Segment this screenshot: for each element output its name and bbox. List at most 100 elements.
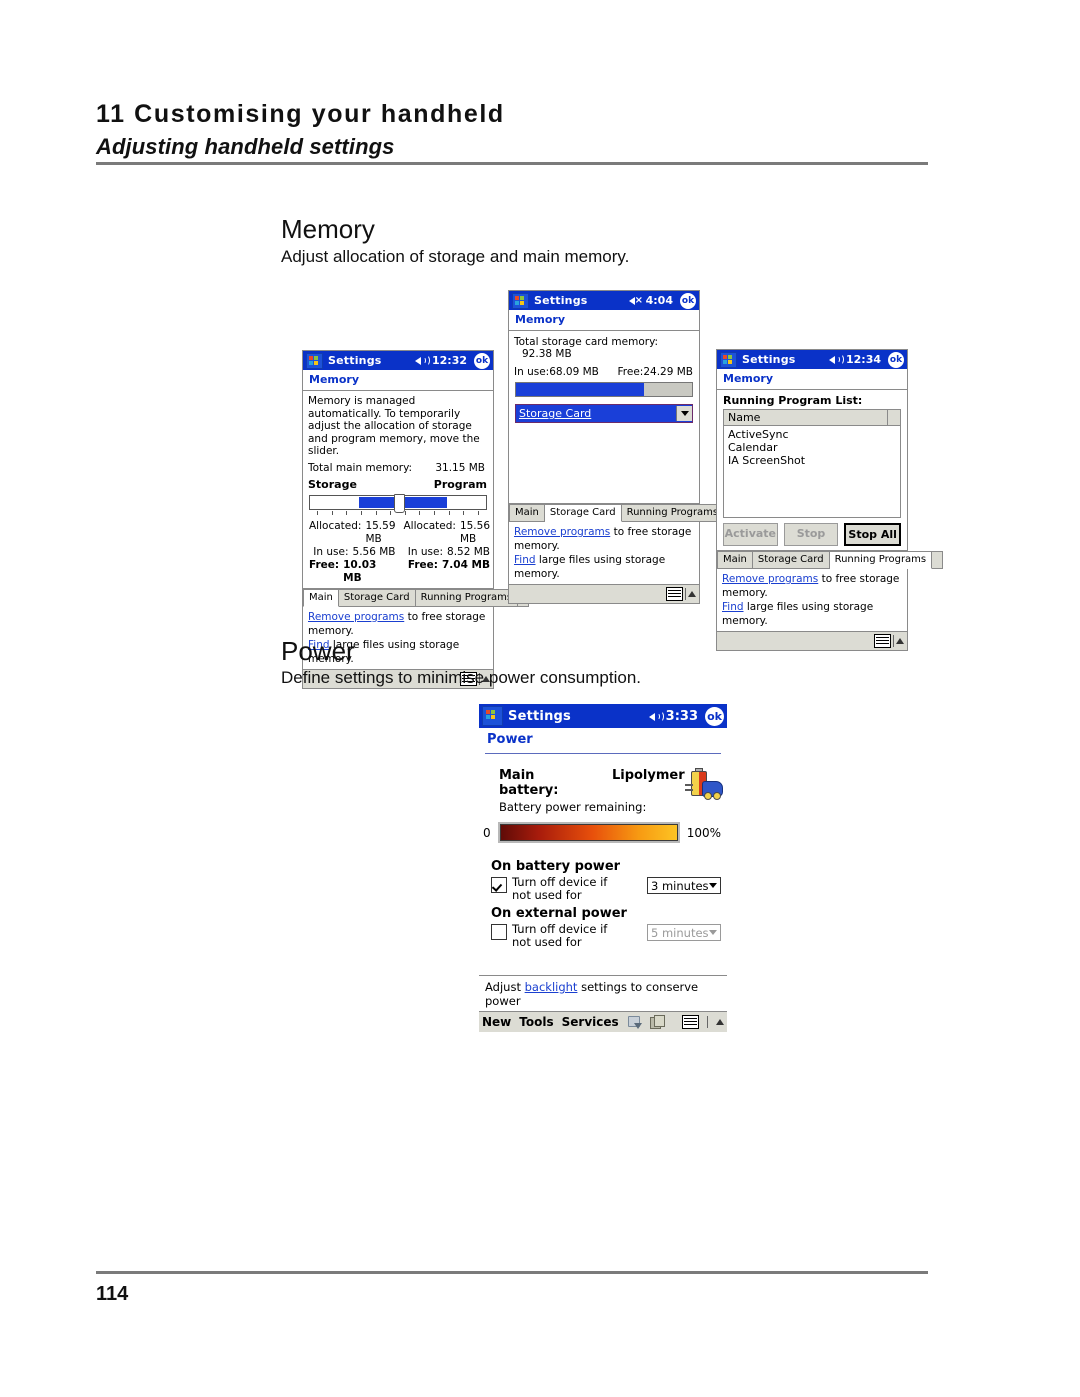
battery-gauge-row: 0 100%: [479, 814, 727, 843]
menu-tools[interactable]: Tools: [519, 1015, 553, 1029]
tab-main[interactable]: Main: [717, 551, 753, 569]
memory-description: Adjust allocation of storage and main me…: [281, 247, 630, 266]
title-bar: Settings × 4:04 ok: [509, 291, 699, 310]
list-header: Name: [724, 410, 900, 426]
remove-programs-link[interactable]: Remove programs: [514, 526, 610, 538]
tab-running-programs[interactable]: Running Programs: [415, 588, 519, 607]
app-title: Settings: [328, 354, 382, 367]
footer-rule: [96, 1271, 928, 1274]
ok-button[interactable]: ok: [705, 706, 724, 726]
remove-programs-link[interactable]: Remove programs: [722, 573, 818, 585]
column-header-name: Name: [724, 410, 888, 425]
tab-storage-card[interactable]: Storage Card: [338, 588, 416, 607]
windows-start-icon[interactable]: [306, 352, 323, 369]
stop-all-button[interactable]: Stop All: [844, 523, 902, 546]
external-timeout-dropdown[interactable]: 5 minutes: [647, 924, 721, 941]
screenshot-memory-running-programs: Settings 12:34 ok Memory Running Program…: [716, 349, 944, 651]
on-external-power-group-label: On external power: [491, 906, 627, 921]
storage-inuse-value: 5.56 MB: [352, 545, 396, 558]
ok-button[interactable]: ok: [474, 352, 490, 369]
find-link[interactable]: Find: [722, 601, 744, 613]
total-main-memory-value: 31.15 MB: [435, 461, 485, 474]
find-link[interactable]: Find: [514, 554, 536, 566]
tab-storage-card[interactable]: Storage Card: [752, 551, 830, 569]
battery-timeout-dropdown[interactable]: 3 minutes: [647, 877, 721, 894]
power-menu-bar: New Tools Services: [479, 1011, 727, 1032]
storage-free-label: Free:: [617, 366, 644, 378]
clock[interactable]: 4:04: [646, 294, 673, 307]
title-bar: Settings 12:34 ok: [717, 350, 907, 369]
memory-allocation-slider[interactable]: [303, 493, 493, 515]
copy-icon[interactable]: [649, 1015, 665, 1029]
main-battery-row: Main battery: Lipolymer Battery power re…: [479, 754, 727, 814]
tab-bar: Main Storage Card Running Programs: [303, 588, 530, 607]
ok-button[interactable]: ok: [888, 351, 904, 368]
menu-new[interactable]: New: [482, 1015, 511, 1029]
power-heading: Power: [281, 636, 355, 666]
tab-running-programs[interactable]: Running Programs: [621, 504, 725, 522]
activate-button[interactable]: Activate: [723, 523, 778, 546]
speaker-muted-icon[interactable]: ×: [628, 295, 643, 306]
windows-start-icon[interactable]: [482, 706, 503, 726]
menu-services[interactable]: Services: [562, 1015, 619, 1029]
task-bar: [717, 631, 907, 650]
clock[interactable]: 12:34: [846, 353, 881, 366]
program-free-label: Free:: [407, 558, 438, 571]
running-program-list[interactable]: Name ActiveSync Calendar IA ScreenShot: [723, 409, 901, 518]
list-item[interactable]: ActiveSync: [724, 428, 900, 441]
screen-body: Running Program List: Name ActiveSync Ca…: [717, 389, 907, 551]
stop-button[interactable]: Stop: [783, 523, 839, 546]
screen-rotate-icon[interactable]: [627, 1015, 642, 1029]
ok-button[interactable]: ok: [680, 292, 696, 309]
screenshot-memory-storage-card: Settings × 4:04 ok Memory Total storage …: [508, 290, 736, 604]
chevron-down-icon[interactable]: [676, 406, 692, 421]
chevron-down-icon: [709, 930, 717, 935]
windows-start-icon[interactable]: [720, 351, 737, 368]
speaker-icon[interactable]: [414, 355, 430, 366]
memory-intro-text: Memory is managed automatically. To temp…: [308, 395, 480, 457]
storage-free-value: 10.03 MB: [343, 558, 377, 584]
main-battery-label: Main battery:: [499, 768, 559, 798]
memory-heading: Memory: [281, 214, 375, 244]
up-arrow-icon[interactable]: [896, 638, 904, 644]
help-links: Remove programs to free storage memory. …: [717, 569, 907, 631]
speaker-icon[interactable]: [828, 354, 844, 365]
windows-start-icon[interactable]: [512, 292, 529, 309]
total-main-memory-row: Total main memory: 31.15 MB: [303, 460, 493, 474]
external-timeout-value: 5 minutes: [651, 925, 709, 940]
program-allocated-label: Allocated:: [403, 519, 456, 532]
speaker-icon[interactable]: [648, 710, 664, 722]
program-free-value: 7.04 MB: [441, 558, 490, 571]
keyboard-icon[interactable]: [874, 634, 891, 648]
clock[interactable]: 12:32: [432, 354, 467, 367]
backlight-link[interactable]: backlight: [525, 980, 578, 994]
status-area: 3:33 ok: [648, 706, 724, 726]
slider-thumb[interactable]: [394, 493, 405, 513]
list-item[interactable]: Calendar: [724, 441, 900, 454]
keyboard-icon[interactable]: [666, 587, 683, 601]
program-inuse-value: 8.52 MB: [447, 545, 490, 558]
keyboard-icon[interactable]: [682, 1015, 699, 1029]
page-header: 11 Customising your handheld Adjusting h…: [96, 100, 928, 160]
tab-main[interactable]: Main: [303, 588, 339, 607]
battery-turnoff-checkbox[interactable]: [491, 877, 507, 893]
storage-free-label: Free:: [309, 558, 340, 571]
external-turnoff-checkbox[interactable]: [491, 924, 507, 940]
tab-main[interactable]: Main: [509, 504, 545, 522]
tab-running-programs[interactable]: Running Programs: [829, 551, 933, 569]
status-area: 12:34 ok: [828, 351, 904, 368]
up-arrow-icon[interactable]: [716, 1019, 724, 1025]
storage-label: Storage: [308, 477, 357, 491]
slider-track[interactable]: [309, 493, 487, 513]
list-item[interactable]: IA ScreenShot: [724, 454, 900, 467]
storage-card-dropdown[interactable]: Storage Card: [515, 404, 693, 423]
remove-programs-link[interactable]: Remove programs: [308, 611, 404, 623]
external-turnoff-label: Turn off device if not used for: [512, 922, 608, 949]
total-main-memory-label: Total main memory:: [308, 461, 413, 474]
clock[interactable]: 3:33: [666, 709, 698, 724]
tab-storage-card[interactable]: Storage Card: [544, 504, 622, 522]
on-external-power-option: Turn off device if not used for 5 minute…: [479, 921, 727, 949]
up-arrow-icon[interactable]: [688, 591, 696, 597]
storage-usage-fill: [516, 383, 645, 396]
scrollbar-column[interactable]: [888, 410, 900, 425]
